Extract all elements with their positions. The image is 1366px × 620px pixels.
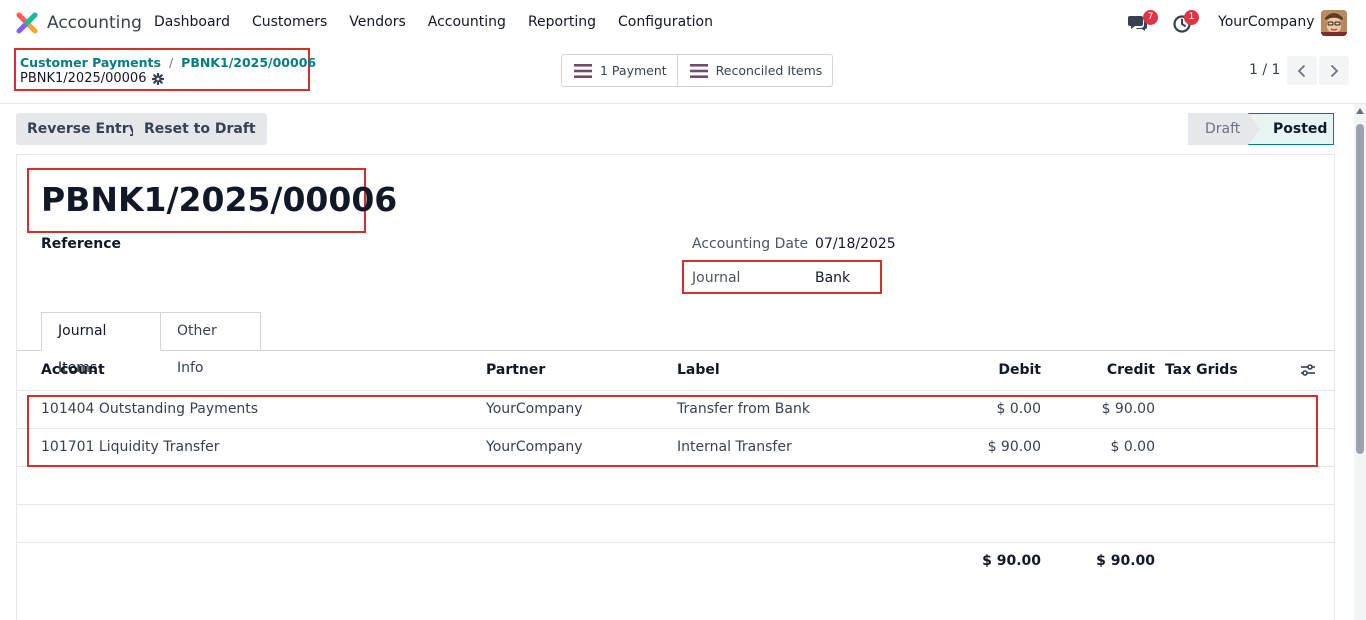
- payment-smart-button[interactable]: 1 Payment: [562, 55, 677, 86]
- cell-debit: $ 0.00: [996, 401, 1041, 417]
- total-credit: $ 90.00: [1096, 553, 1155, 569]
- accounting-date-label: Accounting Date: [692, 236, 809, 252]
- cell-label: Internal Transfer: [677, 439, 792, 455]
- scrollbar-thumb[interactable]: [1356, 124, 1364, 454]
- cell-debit: $ 90.00: [987, 439, 1041, 455]
- list-icon: [574, 63, 592, 78]
- record-name: PBNK1/2025/00006: [20, 71, 147, 86]
- menu-reporting[interactable]: Reporting: [528, 14, 596, 30]
- cell-account: 101404 Outstanding Payments: [41, 401, 259, 417]
- breadcrumb-current-link[interactable]: PBNK1/2025/00006: [181, 55, 316, 70]
- tab-other-info[interactable]: Other Info: [161, 312, 261, 376]
- tab-divider: [17, 350, 1334, 351]
- reference-label: Reference: [41, 236, 122, 252]
- breadcrumb-parent-link[interactable]: Customer Payments: [20, 55, 161, 70]
- status-draft[interactable]: Draft: [1188, 113, 1260, 145]
- row-divider: [17, 504, 1334, 505]
- total-debit: $ 90.00: [982, 553, 1041, 569]
- top-navbar: Accounting Dashboard Customers Vendors A…: [0, 0, 1366, 46]
- column-settings-icon[interactable]: [1300, 362, 1316, 378]
- breadcrumb-separator: /: [168, 55, 174, 70]
- cell-credit: $ 90.00: [1101, 401, 1155, 417]
- menu-vendors[interactable]: Vendors: [349, 14, 405, 30]
- user-avatar[interactable]: [1321, 10, 1347, 36]
- menu-accounting[interactable]: Accounting: [428, 14, 506, 30]
- cell-account: 101701 Liquidity Transfer: [41, 439, 220, 455]
- cell-partner: YourCompany: [486, 439, 583, 455]
- scroll-up-arrow-icon[interactable]: [1356, 108, 1364, 114]
- column-tax-grids[interactable]: Tax Grids: [1165, 362, 1238, 378]
- list-icon: [689, 63, 708, 78]
- cell-credit: $ 0.00: [1110, 439, 1155, 455]
- column-label[interactable]: Label: [677, 362, 720, 378]
- entry-title: PBNK1/2025/00006: [41, 180, 398, 219]
- reconciled-items-smart-button[interactable]: Reconciled Items: [676, 55, 833, 86]
- record-name-row: PBNK1/2025/00006: [20, 71, 165, 86]
- accounting-app-icon[interactable]: [16, 12, 38, 34]
- payment-smart-button-label: 1 Payment: [600, 63, 667, 78]
- reset-to-draft-button[interactable]: Reset to Draft: [133, 113, 267, 145]
- cell-label: Transfer from Bank: [677, 401, 810, 417]
- status-bar: Draft Posted: [1188, 113, 1334, 145]
- tab-journal-items[interactable]: Journal Items: [41, 312, 161, 376]
- smart-buttons: 1 Payment Reconciled Items: [561, 54, 834, 87]
- reconciled-items-label: Reconciled Items: [715, 63, 823, 78]
- chevron-left-icon: [1297, 64, 1306, 77]
- company-switcher[interactable]: YourCompany: [1218, 14, 1315, 30]
- chat-badge: 7: [1143, 10, 1158, 25]
- activity-badge: 1: [1184, 10, 1199, 25]
- column-partner[interactable]: Partner: [486, 362, 545, 378]
- pager-next-button[interactable]: [1319, 56, 1349, 85]
- journal-label: Journal: [692, 270, 741, 286]
- gear-icon[interactable]: [152, 72, 165, 85]
- journal-value[interactable]: Bank: [815, 270, 850, 286]
- column-debit[interactable]: Debit: [940, 362, 1041, 378]
- cell-partner: YourCompany: [486, 401, 583, 417]
- status-posted[interactable]: Posted: [1248, 113, 1334, 145]
- menu-customers[interactable]: Customers: [252, 14, 327, 30]
- breadcrumb: Customer Payments / PBNK1/2025/00006: [20, 55, 316, 70]
- control-panel-divider: [0, 103, 1366, 104]
- menu-configuration[interactable]: Configuration: [618, 14, 713, 30]
- accounting-date-value: 07/18/2025: [815, 236, 896, 252]
- menu-dashboard[interactable]: Dashboard: [154, 14, 230, 30]
- header-divider: [17, 390, 1334, 391]
- chevron-right-icon: [1330, 64, 1339, 77]
- reverse-entry-button[interactable]: Reverse Entry: [16, 113, 149, 145]
- pager-value[interactable]: 1 / 1: [1249, 62, 1280, 78]
- main-menu: Dashboard Customers Vendors Accounting R…: [154, 14, 735, 30]
- avatar-icon: [1321, 10, 1347, 36]
- app-name[interactable]: Accounting: [47, 13, 142, 33]
- page-scrollbar[interactable]: [1354, 104, 1366, 620]
- pager-previous-button[interactable]: [1287, 56, 1317, 85]
- row-divider: [17, 542, 1334, 543]
- column-credit[interactable]: Credit: [1055, 362, 1155, 378]
